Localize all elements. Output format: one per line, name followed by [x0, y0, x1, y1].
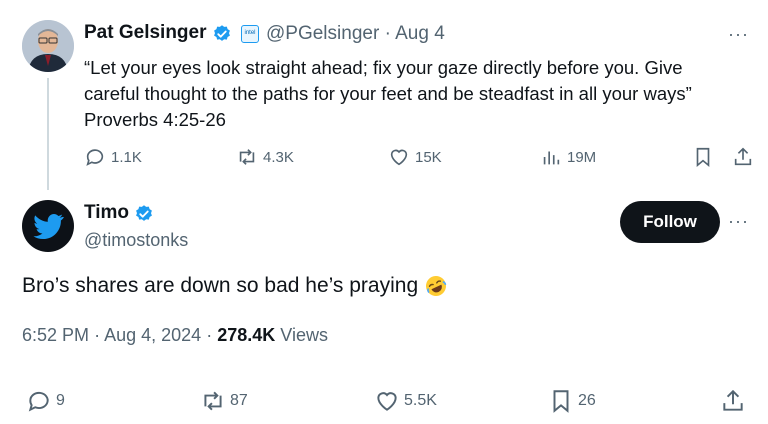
reply-view-count: 278.4K	[217, 325, 276, 345]
pat-gelsinger-avatar[interactable]	[22, 20, 74, 72]
reply-share-button[interactable]	[720, 388, 746, 414]
parent-repost-count: 4.3K	[263, 148, 294, 166]
reply-tweet-text: Bro’s shares are down so bad he’s prayin…	[22, 274, 448, 298]
reply-date[interactable]: Aug 4, 2024	[104, 325, 201, 345]
parent-handle[interactable]: @PGelsinger	[266, 23, 379, 44]
parent-like-count: 15K	[415, 148, 442, 166]
reply-like-count: 5.5K	[404, 392, 437, 409]
share-icon	[734, 147, 752, 166]
reply-handle[interactable]: @timostonks	[84, 230, 188, 251]
thread-connector-line	[47, 78, 49, 190]
parent-handle-date: @PGelsinger · Aug 4	[266, 23, 445, 44]
reply-repost-button[interactable]: 87	[200, 388, 248, 414]
reply-bookmark-button[interactable]: 26	[548, 388, 596, 414]
reply-icon	[28, 391, 49, 412]
parent-repost-button[interactable]: 4.3K	[236, 146, 294, 168]
parent-bookmark-button[interactable]	[692, 146, 714, 168]
parent-view-count: 19M	[567, 148, 597, 166]
heart-icon	[377, 392, 397, 411]
reply-views-label: Views	[280, 325, 328, 345]
parent-date[interactable]: Aug 4	[395, 23, 445, 44]
bird-icon	[33, 214, 64, 240]
reply-like-button[interactable]: 5.5K	[374, 388, 437, 414]
bookmark-icon	[696, 147, 710, 168]
share-icon	[723, 389, 743, 411]
parent-reply-button[interactable]: 1.1K	[84, 146, 142, 168]
reply-text-content: Bro’s shares are down so bad he’s prayin…	[22, 274, 419, 297]
verified-badge-icon	[214, 25, 230, 41]
parent-more-options-icon[interactable]: ···	[728, 24, 749, 45]
heart-icon	[390, 149, 408, 166]
verified-badge-icon	[136, 205, 152, 221]
intel-badge-label: intel	[244, 30, 256, 36]
reply-time[interactable]: 6:52 PM	[22, 325, 89, 345]
reply-bookmark-count: 26	[578, 392, 596, 409]
timo-avatar[interactable]	[22, 200, 74, 252]
parent-like-button[interactable]: 15K	[388, 146, 442, 168]
reply-icon	[86, 149, 104, 166]
parent-share-button[interactable]	[732, 146, 754, 168]
parent-reply-count: 1.1K	[111, 148, 142, 166]
parent-views-button[interactable]: 19M	[540, 146, 596, 168]
intel-affiliate-badge-icon[interactable]: intel	[241, 25, 259, 43]
rolling-laughing-emoji-icon	[426, 276, 447, 296]
analytics-icon	[543, 151, 560, 165]
repost-icon	[239, 149, 255, 165]
reply-repost-count: 87	[230, 392, 248, 409]
parent-author-name[interactable]: Pat Gelsinger	[84, 22, 207, 44]
reply-reply-button[interactable]: 9	[26, 388, 65, 414]
follow-button[interactable]: Follow	[620, 201, 720, 243]
bookmark-icon	[553, 390, 569, 413]
parent-tweet-text: “Let your eyes look straight ahead; fix …	[84, 57, 692, 130]
reply-reply-count: 9	[56, 392, 65, 409]
reply-author-name[interactable]: Timo	[84, 202, 129, 224]
reply-more-options-icon[interactable]: ···	[728, 211, 749, 232]
reply-timestamp-views: 6:52 PM · Aug 4, 2024 · 278.4K Views	[22, 325, 328, 345]
repost-icon	[204, 391, 222, 411]
